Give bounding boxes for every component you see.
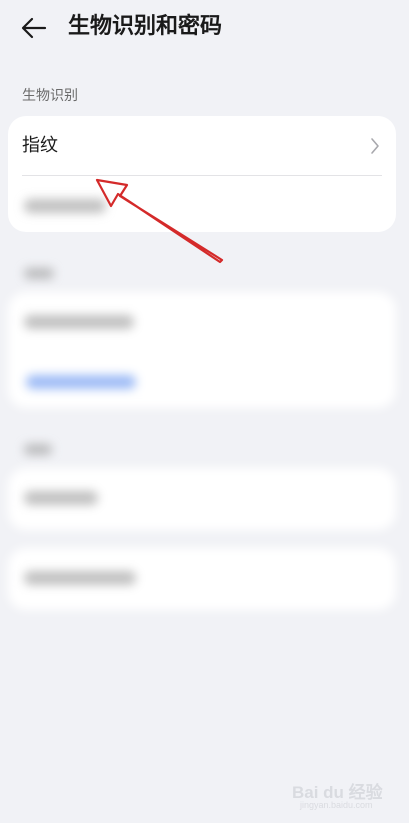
blurred-label	[24, 199, 106, 213]
section-header-biometrics: 生物识别	[22, 88, 78, 104]
back-button[interactable]	[14, 10, 54, 46]
blurred-link-label	[26, 375, 136, 389]
blurred-label	[24, 315, 134, 329]
fingerprint-label: 指纹	[22, 135, 58, 156]
biometrics-card: 指纹	[8, 116, 396, 232]
blurred-card-2	[8, 292, 396, 408]
page-title: 生物识别和密码	[68, 14, 223, 39]
blurred-link-item[interactable]	[8, 352, 396, 408]
blurred-label	[24, 571, 136, 585]
blurred-label	[24, 491, 98, 505]
app-bar: 生物识别和密码	[0, 0, 409, 56]
blurred-item[interactable]	[8, 548, 396, 608]
blurred-card-4	[8, 548, 396, 610]
blurred-item[interactable]	[8, 176, 396, 232]
blurred-section-header	[24, 264, 54, 283]
blurred-item[interactable]	[8, 468, 396, 528]
watermark-subtext: jingyan.baidu.com	[300, 800, 373, 810]
chevron-right-icon	[371, 138, 379, 154]
blurred-card-3	[8, 468, 396, 530]
blurred-section-header	[24, 440, 52, 459]
watermark-logo: Bai du 经验 jingyan.baidu.com	[292, 772, 392, 812]
blurred-item[interactable]	[8, 292, 396, 352]
fingerprint-item[interactable]: 指纹	[8, 116, 396, 176]
arrow-left-icon	[21, 17, 47, 39]
